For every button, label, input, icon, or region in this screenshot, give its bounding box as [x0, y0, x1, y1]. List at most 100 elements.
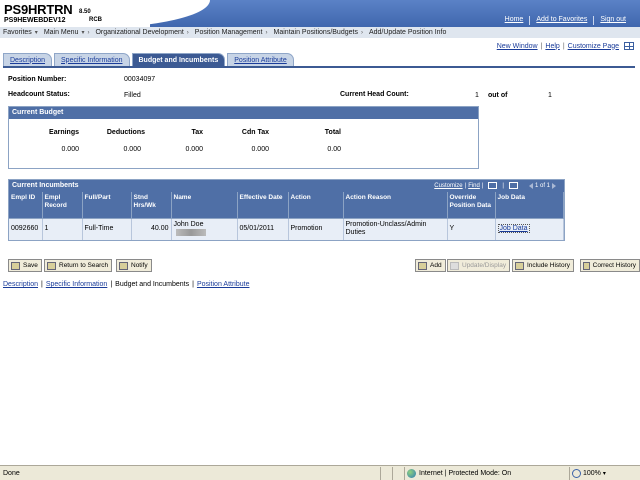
correct-history-icon [583, 261, 590, 270]
col-full-part[interactable]: Full/Part [82, 192, 132, 218]
bottom-link-description[interactable]: Description [3, 281, 38, 288]
menu-bar: Favorites ▾ Main Menu ▾ › Organizational D… [0, 27, 640, 38]
notify-button[interactable]: Notify [116, 259, 152, 272]
tab-underline [3, 66, 635, 68]
cell-name: John Doe [171, 217, 238, 240]
save-button[interactable]: Save [8, 259, 42, 272]
job-data-link[interactable]: Job Data [497, 224, 530, 234]
position-number-value: 00034097 [124, 76, 156, 83]
return-to-search-button[interactable]: Return to Search [44, 259, 113, 272]
customize-page-link[interactable]: Customize Page [568, 43, 619, 50]
cdn-tax-label: Cdn Tax [241, 129, 269, 136]
zoom-level: 100% [583, 469, 601, 477]
last-page-icon[interactable] [552, 182, 556, 189]
update-display-label: Update/Display [462, 262, 507, 269]
breadcrumb-separator-icon: › [87, 29, 90, 36]
menu-maintain-positions[interactable]: Maintain Positions/Budgets [271, 29, 361, 36]
status-cell [380, 466, 392, 480]
col-action-reason[interactable]: Action Reason [343, 192, 448, 218]
update-display-button[interactable]: Update/Display [447, 259, 511, 272]
include-history-button[interactable]: Include History [512, 259, 574, 272]
incumbents-table: Empl ID Empl Record Full/Part Stnd Hrs/W… [9, 192, 564, 240]
globe-icon [407, 468, 416, 478]
correct-history-button[interactable]: Correct History [580, 259, 640, 272]
zone-text: Internet | Protected Mode: On [419, 469, 512, 477]
col-stnd-hrs[interactable]: Stnd Hrs/Wk [131, 192, 172, 218]
add-button[interactable]: Add [415, 259, 446, 272]
col-name[interactable]: Name [171, 192, 238, 218]
bottom-link-specific-information[interactable]: Specific Information [46, 281, 107, 288]
current-budget-title: Current Budget [9, 107, 478, 119]
security-zone[interactable]: Internet | Protected Mode: On [404, 466, 569, 480]
notify-label: Notify [131, 262, 148, 269]
menu-add-update-position[interactable]: Add/Update Position Info [366, 29, 449, 36]
bottom-page-links: Description | Specific Information | Bud… [3, 281, 249, 288]
total-label: Total [324, 129, 341, 136]
chevron-down-icon: ▾ [34, 30, 38, 36]
current-incumbents-title: Current Incumbents [12, 182, 79, 189]
sign-out-link[interactable]: Sign out [594, 16, 632, 25]
col-empl-record[interactable]: Empl Record [42, 192, 83, 218]
tax-label: Tax [191, 129, 203, 136]
col-effective-date[interactable]: Effective Date [237, 192, 289, 218]
page-tabs: Description Specific Information Budget … [3, 53, 294, 66]
tab-budget-and-incumbents[interactable]: Budget and Incumbents [131, 53, 226, 66]
menu-favorites[interactable]: Favorites [0, 29, 35, 36]
tab-specific-information[interactable]: Specific Information [54, 53, 130, 66]
divider: | [192, 281, 194, 288]
browser-status-bar: Done Internet | Protected Mode: On 100% ▾ [0, 465, 640, 480]
redacted-surname [175, 229, 206, 237]
http-icon[interactable] [624, 42, 634, 50]
app-logo: PS9HRTRN [4, 2, 73, 17]
menu-org-development[interactable]: Organizational Development [92, 29, 186, 36]
col-empl-id[interactable]: Empl ID [9, 192, 43, 218]
header-links: Home Add to Favorites Sign out [499, 16, 632, 25]
help-link[interactable]: Help [545, 43, 559, 50]
download-icon[interactable] [508, 182, 518, 189]
out-of-label: out of [488, 92, 508, 99]
new-window-link[interactable]: New Window [497, 43, 538, 50]
table-header-row: Empl ID Empl Record Full/Part Stnd Hrs/W… [9, 192, 564, 218]
app-header: PS9HRTRN 8.50 PS9HEWEBDEV12 RCB Home Add… [0, 0, 640, 28]
zoom-control[interactable]: 100% ▾ [569, 466, 627, 480]
cell-effective-date: 05/01/2011 [237, 217, 289, 240]
breadcrumb-separator-icon: › [360, 29, 363, 36]
customize-grid-link[interactable]: Customize [434, 183, 462, 189]
chevron-down-icon: ▾ [602, 470, 606, 477]
tab-description[interactable]: Description [3, 53, 53, 66]
status-text: Done [3, 469, 20, 477]
current-head-count-label: Current Head Count: [340, 91, 409, 98]
cell-override: Y [447, 217, 496, 240]
earnings-value: 0.000 [61, 146, 79, 153]
cell-empl-id: 0092660 [9, 217, 43, 240]
divider: | [540, 42, 543, 50]
total-value: 0.00 [327, 146, 341, 153]
divider: | [41, 281, 43, 288]
first-page-icon[interactable] [528, 182, 533, 189]
add-to-favorites-link[interactable]: Add to Favorites [530, 16, 593, 25]
cell-action: Promotion [288, 217, 344, 240]
save-icon [11, 261, 20, 270]
breadcrumb-separator-icon: › [265, 29, 268, 36]
bottom-link-position-attribute[interactable]: Position Attribute [197, 281, 250, 288]
cell-action-reason: Promotion-Unclass/Admin Duties [343, 217, 448, 240]
menu-position-management[interactable]: Position Management [192, 29, 266, 36]
include-history-label: Include History [527, 262, 570, 269]
home-link[interactable]: Home [499, 16, 530, 25]
app-version: 8.50 [79, 9, 91, 15]
notify-icon [119, 261, 128, 270]
col-action[interactable]: Action [288, 192, 344, 218]
col-override-position-data[interactable]: Override Position Data [447, 192, 496, 218]
find-link[interactable]: Find [468, 183, 480, 189]
cell-full-part: Full-Time [82, 217, 132, 240]
status-cell [392, 466, 404, 480]
include-history-icon [515, 261, 524, 270]
view-all-icon[interactable] [488, 182, 498, 189]
update-display-icon [450, 261, 459, 270]
headcount-status-value: Filled [124, 92, 141, 99]
tab-position-attribute[interactable]: Position Attribute [227, 53, 294, 66]
col-job-data[interactable]: Job Data [495, 192, 564, 218]
grid-range: 1 of 1 [534, 182, 550, 189]
menu-main[interactable]: Main Menu [41, 29, 82, 36]
cell-empl-record: 1 [42, 217, 83, 240]
